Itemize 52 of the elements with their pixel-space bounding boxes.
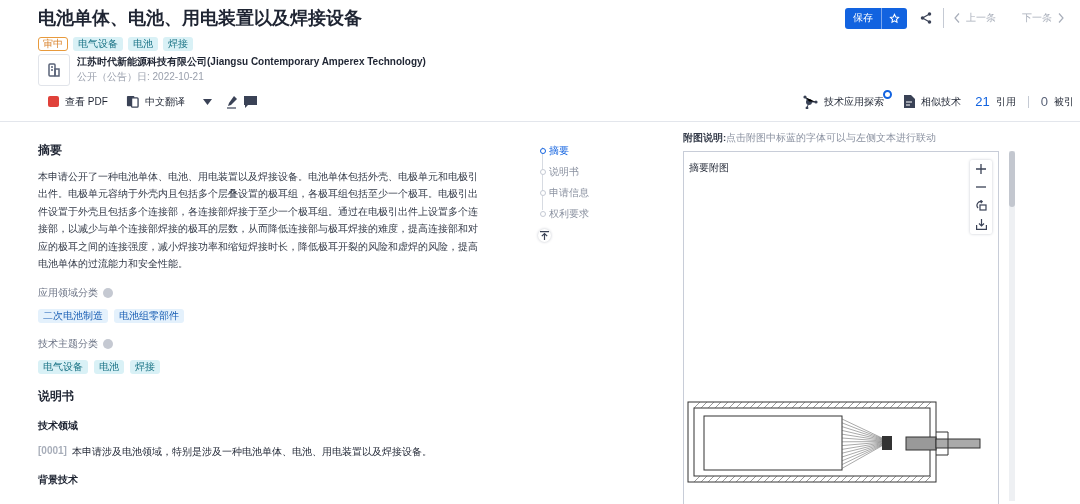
category-tag: 电池 xyxy=(128,37,158,51)
cited-by-label: 被引 xyxy=(1054,94,1074,109)
status-tag: 审中 xyxy=(38,37,68,51)
view-pdf-button[interactable]: 查看 PDF xyxy=(65,94,108,109)
classification-tag[interactable]: 焊接 xyxy=(130,360,160,375)
toc-item[interactable]: 摘要 xyxy=(540,140,683,161)
classification-tag[interactable]: 电池组零部件 xyxy=(114,309,184,324)
download-icon[interactable] xyxy=(975,219,987,230)
section-heading: 摘要 xyxy=(38,142,63,159)
classification-tag[interactable]: 二次电池制造 xyxy=(38,309,108,324)
share-icon[interactable] xyxy=(919,11,933,25)
classification-label: 应用领域分类 xyxy=(38,286,98,301)
translate-icon xyxy=(125,95,139,108)
toc-item[interactable]: 说明书 xyxy=(540,161,683,182)
toc-item[interactable]: 申请信息 xyxy=(540,182,683,203)
classification-tag[interactable]: 电气设备 xyxy=(38,360,88,375)
figure-caption-label: 附图说明: xyxy=(683,132,727,143)
rotate-icon[interactable] xyxy=(975,200,987,211)
figure-caption-hint: 点击附图中标蓝的字体可以与左侧文本进行联动 xyxy=(726,132,937,143)
favorite-button[interactable] xyxy=(881,7,907,29)
figure-title: 摘要附图 xyxy=(689,161,729,175)
classification-tag[interactable]: 电池 xyxy=(94,360,124,375)
subsection-heading: 背景技术 xyxy=(38,473,79,488)
star-icon xyxy=(889,12,900,24)
paragraph-text: 本申请涉及电池领域，特别是涉及一种电池单体、电池、用电装置以及焊接设备。 xyxy=(71,445,432,460)
translate-button[interactable]: 中文翻译 xyxy=(144,94,185,109)
subsection-heading: 技术领域 xyxy=(38,419,79,434)
caret-icon[interactable] xyxy=(202,98,212,105)
company-logo xyxy=(38,54,70,86)
network-icon xyxy=(803,94,819,109)
pdf-icon xyxy=(48,96,59,107)
zoom-in-icon[interactable] xyxy=(976,164,986,174)
section-heading: 说明书 xyxy=(38,388,75,406)
pen-icon[interactable] xyxy=(225,94,238,109)
paragraph-number: [0001] xyxy=(38,445,67,459)
cited-by-count[interactable]: 0 xyxy=(1040,94,1048,109)
abstract-text: 本申请公开了一种电池单体、电池、用电装置以及焊接设备。电池单体包括外壳、电极单元和电极引出件。电极单元容纳于外壳内且包括多个层叠设置的极耳组，各极耳组包括至少一个极耳。电极引出件设置于外壳且包括多个连接部，各连接部焊接于至少一个极耳组。通过在电极引出件上设置多个连接部，以减少与单个连接部焊接的极耳的层数，从而降低连接部与极耳焊接的难度，提高连接部和对应的极耳之间的连接强度，减小焊接功率和缩短焊接时长，降低极耳开裂的风险和虚焊的风险，提高电池单体的过流能力和安全性能。 xyxy=(38,170,478,272)
category-tag: 焊接 xyxy=(163,37,193,51)
publication-date: 公开（公告）日: 2022-10-21 xyxy=(77,70,205,84)
comment-icon[interactable] xyxy=(243,95,257,108)
document-icon xyxy=(904,95,916,108)
save-button[interactable]: 保存 xyxy=(845,7,881,29)
applicant-name[interactable]: 江苏时代新能源科技有限公司(Jiangsu Contemporary Amperex Technology) xyxy=(77,54,426,69)
back-to-top-button[interactable] xyxy=(538,229,551,242)
citation-count[interactable]: 21 xyxy=(975,94,990,109)
patent-title: 电池单体、电池、用电装置以及焊接设备 xyxy=(38,7,362,30)
category-tag: 电气设备 xyxy=(73,37,123,51)
similar-tech-button[interactable]: 相似技术 xyxy=(921,94,962,109)
toc-item[interactable]: 权利要求 xyxy=(540,203,683,224)
classification-label: 技术主题分类 xyxy=(38,337,98,352)
tech-explore-button[interactable]: 技术应用探索 xyxy=(824,94,885,109)
citation-label: 引用 xyxy=(995,94,1016,109)
